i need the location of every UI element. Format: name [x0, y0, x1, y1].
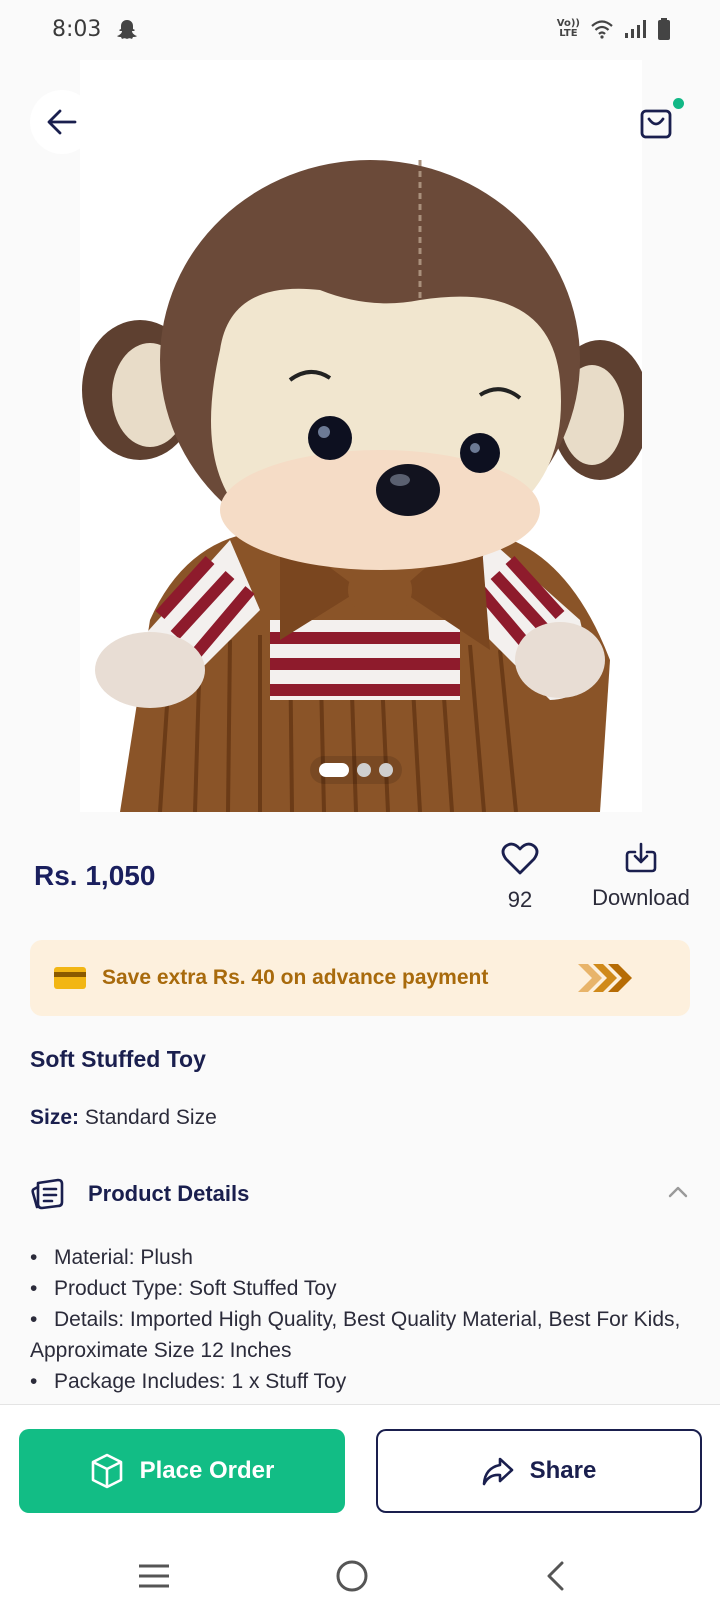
product-image[interactable]	[80, 60, 642, 812]
product-size: Size: Standard Size	[30, 1106, 217, 1130]
menu-icon	[139, 1564, 169, 1588]
home-button[interactable]	[332, 1556, 372, 1596]
product-details-header[interactable]: Product Details	[30, 1172, 690, 1216]
back-button[interactable]	[30, 90, 94, 154]
wishlist-count: 92	[507, 887, 533, 912]
heart-icon	[501, 842, 539, 875]
cart-badge-dot	[673, 98, 684, 109]
place-order-button[interactable]: Place Order	[19, 1429, 345, 1513]
box-icon	[91, 1453, 122, 1489]
share-button[interactable]: Share	[376, 1429, 702, 1513]
chevron-up-icon[interactable]	[666, 1180, 690, 1204]
carousel-dot[interactable]	[357, 763, 371, 777]
back-nav-button[interactable]	[536, 1556, 576, 1596]
status-bar: 8:03 Vo)) LTE	[0, 0, 720, 60]
list-item: Product Type: Soft Stuffed Toy	[30, 1273, 694, 1304]
document-icon	[31, 1178, 64, 1210]
download-button[interactable]: Download	[580, 842, 702, 911]
signal-icon	[625, 20, 646, 38]
plush-monkey-illustration	[82, 160, 642, 812]
list-item: Package Includes: 1 x Stuff Toy	[30, 1366, 694, 1397]
triple-chevron-right-icon	[578, 964, 632, 992]
credit-card-icon	[54, 967, 86, 989]
chevron-left-icon	[547, 1561, 564, 1591]
system-navigation-bar	[0, 1536, 720, 1612]
shopping-bag-icon	[640, 109, 672, 139]
status-icons: Vo)) LTE	[557, 18, 670, 40]
share-label: Share	[529, 1457, 597, 1484]
recent-apps-button[interactable]	[134, 1556, 174, 1596]
carousel-dot-active[interactable]	[319, 763, 349, 777]
status-time: 8:03	[52, 17, 102, 42]
advance-payment-offer-banner[interactable]: Save extra Rs. 40 on advance payment	[30, 940, 690, 1016]
size-label: Size:	[30, 1106, 80, 1129]
product-title: Soft Stuffed Toy	[30, 1046, 206, 1072]
volte-icon: Vo)) LTE	[556, 18, 580, 39]
share-arrow-icon	[482, 1457, 513, 1486]
list-item: Details: Imported High Quality, Best Qua…	[30, 1304, 694, 1366]
list-item: Material: Plush	[30, 1242, 694, 1273]
download-icon	[625, 842, 657, 873]
bottom-action-bar: Place Order Share	[0, 1404, 720, 1536]
size-value: Standard Size	[84, 1106, 217, 1129]
wishlist-button[interactable]: 92	[490, 842, 550, 913]
home-circle-icon	[336, 1560, 368, 1592]
snapchat-icon	[117, 20, 137, 39]
download-label: Download	[592, 885, 690, 910]
place-order-label: Place Order	[139, 1457, 275, 1484]
image-carousel-indicator	[310, 756, 402, 784]
battery-icon	[658, 18, 670, 40]
product-details-heading: Product Details	[88, 1181, 250, 1206]
carousel-dot[interactable]	[379, 763, 393, 777]
product-details-list: Material: Plush Product Type: Soft Stuff…	[30, 1242, 694, 1397]
arrow-left-icon	[47, 109, 77, 135]
cart-button[interactable]	[624, 90, 688, 154]
product-price: Rs. 1,050	[34, 860, 156, 891]
offer-text: Save extra Rs. 40 on advance payment	[102, 966, 489, 989]
wifi-icon	[591, 20, 613, 39]
